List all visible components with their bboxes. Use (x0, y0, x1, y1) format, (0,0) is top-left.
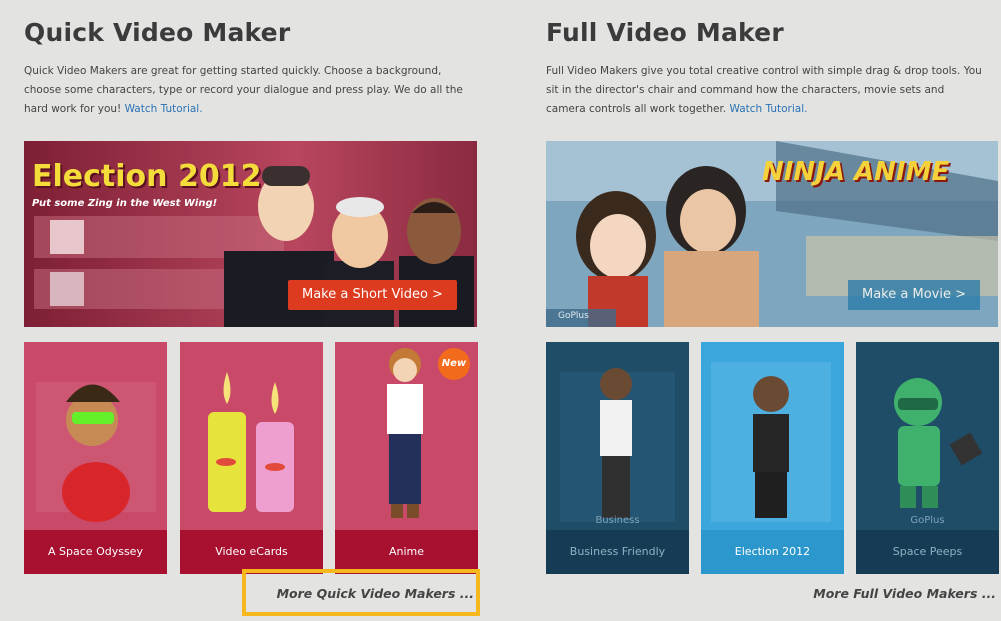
quick-section-description: Quick Video Makers are great for getting… (24, 62, 464, 119)
make-short-video-button[interactable]: Make a Short Video > (288, 280, 457, 310)
hero-headline: Election 2012 (32, 159, 262, 194)
election-2012-hero-banner[interactable]: Election 2012 Put some Zing in the West … (24, 141, 477, 327)
card-label: A Space Odyssey (24, 530, 167, 574)
card-business-friendly[interactable]: Business Business Friendly (546, 342, 689, 574)
card-label: Space Peeps (856, 530, 999, 574)
full-section-description: Full Video Makers give you total creativ… (546, 62, 986, 119)
make-a-movie-button[interactable]: Make a Movie > (848, 280, 980, 310)
business-tag: Business (595, 515, 640, 526)
card-space-peeps[interactable]: GoPlus Space Peeps (856, 342, 999, 574)
space-character-icon (24, 342, 167, 530)
card-label: Anime (335, 530, 478, 574)
more-full-video-makers-link[interactable]: More Full Video Makers ... (813, 586, 996, 601)
candles-icon (180, 342, 323, 530)
card-election-2012[interactable]: Election 2012 (701, 342, 844, 574)
highlight-outline (242, 569, 480, 616)
quick-watch-tutorial-link[interactable]: Watch Tutorial. (125, 103, 203, 115)
full-watch-tutorial-link[interactable]: Watch Tutorial. (729, 103, 807, 115)
hero-subline: Put some Zing in the West Wing! (32, 198, 218, 209)
new-badge: New (438, 348, 470, 380)
ninja-anime-hero-banner[interactable]: NINJA ANIME GoPlus Make a Movie > (546, 141, 998, 327)
card-anime[interactable]: New Anime (335, 342, 478, 574)
card-label: Video eCards (180, 530, 323, 574)
president-character-icon (701, 342, 844, 530)
space-peeps-character-icon (856, 342, 999, 530)
card-label: Election 2012 (701, 530, 844, 574)
goplus-tag: GoPlus (910, 515, 945, 526)
card-a-space-odyssey[interactable]: A Space Odyssey (24, 342, 167, 574)
card-video-ecards[interactable]: Video eCards (180, 342, 323, 574)
business-character-icon (546, 342, 689, 530)
quick-section-title: Quick Video Maker (24, 18, 291, 47)
full-section-title: Full Video Maker (546, 18, 784, 47)
ninja-hero-headline: NINJA ANIME (762, 157, 950, 187)
thumbnail-avatar (50, 220, 84, 254)
quick-description-text: Quick Video Makers are great for getting… (24, 65, 463, 115)
card-label: Business Friendly (546, 530, 689, 574)
goplus-tag: GoPlus (558, 311, 589, 321)
